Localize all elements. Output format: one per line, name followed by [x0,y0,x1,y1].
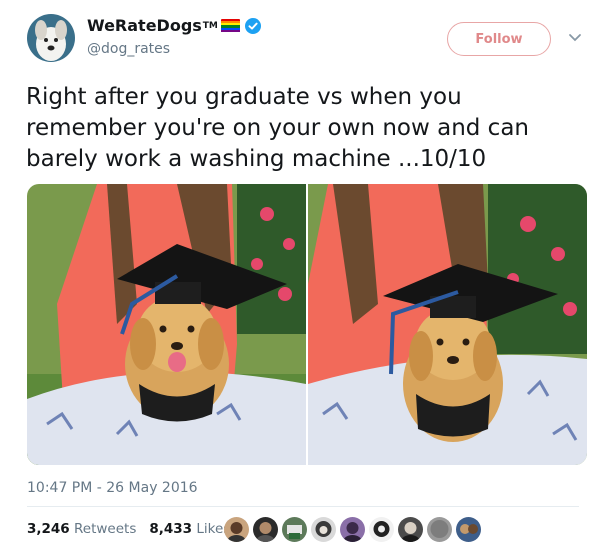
author-handle[interactable]: @dog_rates [87,41,170,57]
liker-avatar[interactable] [427,517,452,542]
engagement-stats: 3,246 Retweets 8,433 Likes [27,521,243,537]
retweets-count: 3,246 [27,521,70,537]
follow-button[interactable]: Follow [447,22,551,56]
tweet-photo-right[interactable] [308,184,587,465]
retweets-label: Retweets [74,521,137,537]
tweet-timestamp[interactable]: 10:47 PM - 26 May 2016 [27,480,198,496]
author-avatar[interactable] [27,14,75,62]
liker-avatar[interactable] [224,517,249,542]
rainbow-flag-icon [220,18,240,33]
likes-count: 8,433 [149,521,193,537]
liker-avatars [224,517,485,542]
likes-stat[interactable]: 8,433 Likes [149,521,230,537]
liker-avatar[interactable] [369,517,394,542]
divider [27,506,579,507]
chevron-down-icon[interactable] [568,33,582,43]
liker-avatar[interactable] [311,517,336,542]
author-name[interactable]: WeRateDogs [87,16,202,35]
liker-avatar[interactable] [282,517,307,542]
retweets-stat[interactable]: 3,246 Retweets [27,521,136,537]
liker-avatar[interactable] [253,517,278,542]
verified-badge-icon [244,17,261,34]
author-name-row[interactable]: WeRateDogs TM [87,16,261,35]
tweet-text: Right after you graduate vs when you rem… [26,84,530,172]
trademark-mark: TM [202,20,218,31]
liker-avatar[interactable] [398,517,423,542]
liker-avatar[interactable] [340,517,365,542]
liker-avatar[interactable] [456,517,481,542]
tweet-photo-left[interactable] [27,184,306,465]
